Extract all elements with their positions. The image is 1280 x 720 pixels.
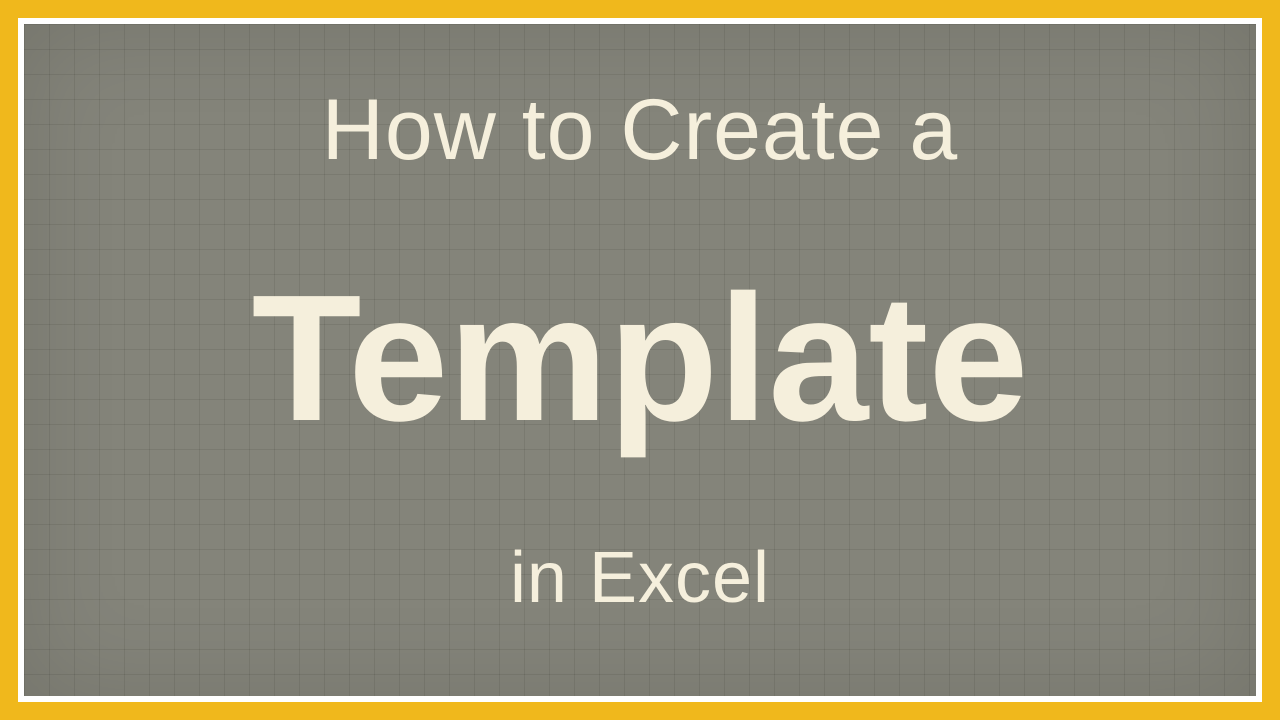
outer-border: How to Create a Template in Excel [0,0,1280,720]
title-line-1: How to Create a [322,81,958,180]
content-panel: How to Create a Template in Excel [24,24,1256,696]
inner-border: How to Create a Template in Excel [18,18,1262,702]
title-line-2: Template [252,255,1029,462]
title-line-3: in Excel [510,537,770,619]
